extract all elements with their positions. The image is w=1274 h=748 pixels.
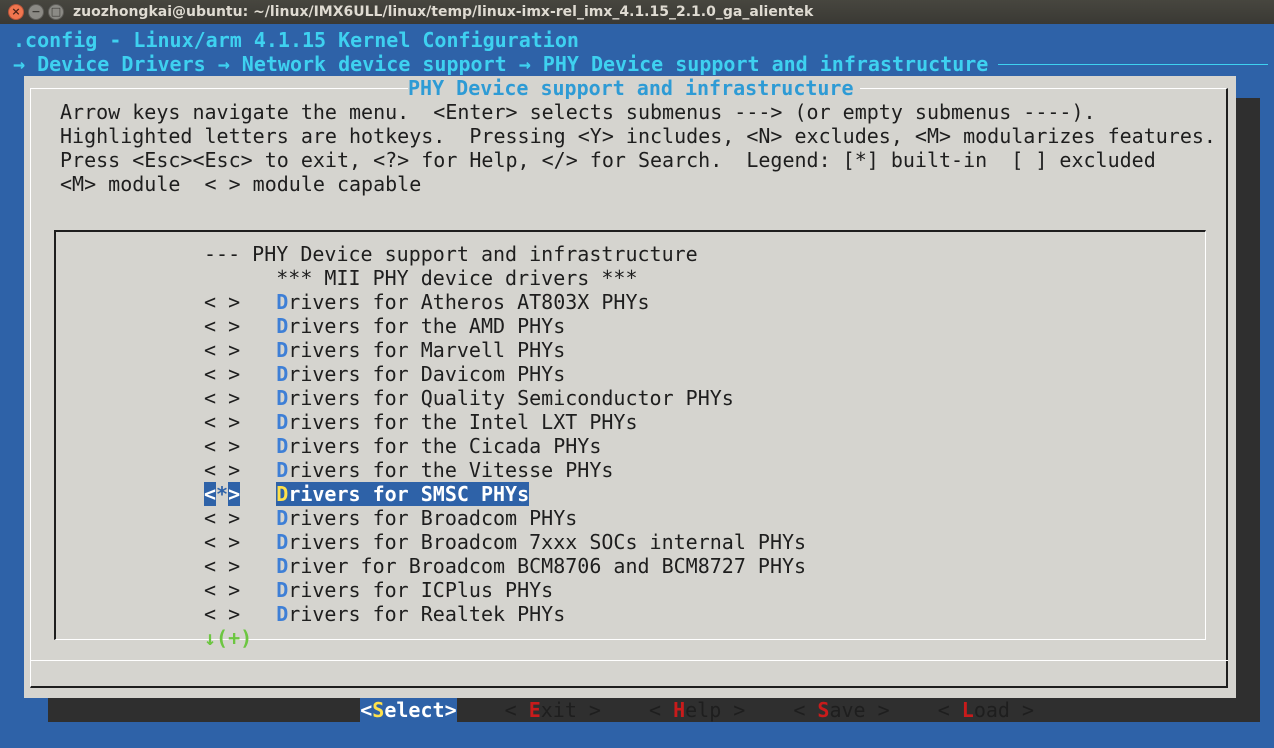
button-bar: <Select> < Exit > < Help > < Save > < Load > (288, 674, 1034, 746)
menu-item-hotkey: D (276, 458, 289, 482)
menu-item-state[interactable]: <*> (204, 482, 241, 506)
menu-item[interactable]: < > Drivers for the Vitesse PHYs (204, 458, 806, 482)
menu-item-state: < > (204, 314, 277, 338)
maximize-window-icon[interactable]: □ (48, 4, 64, 20)
menu-item-label: rivers for Broadcom 7xxx SOCs internal P… (288, 530, 807, 554)
menu-item-state: < > (204, 530, 277, 554)
menu-item[interactable]: < > Drivers for ICPlus PHYs (204, 578, 806, 602)
menu-item-state: < > (204, 290, 277, 314)
menu-item-hotkey: D (276, 554, 289, 578)
menu-item-state: --- (204, 242, 253, 266)
menu-item-state: < > (204, 410, 277, 434)
config-title: .config - Linux/arm 4.1.15 Kernel Config… (13, 28, 579, 52)
menu-item-state: < > (204, 338, 277, 362)
help-line: Highlighted letters are hotkeys. Pressin… (60, 124, 1216, 148)
menu-item-hotkey: D (276, 602, 289, 626)
menu-item[interactable]: < > Drivers for the Cicada PHYs (204, 434, 806, 458)
help-line: <M> module < > module capable (60, 172, 422, 196)
menu-item-label: rivers for Quality Semiconductor PHYs (288, 386, 734, 410)
menu-item-label[interactable]: Drivers for SMSC PHYs (276, 482, 530, 506)
button-separator (30, 660, 1228, 661)
menu-item-hotkey: D (276, 314, 289, 338)
menu-item-label: rivers for Atheros AT803X PHYs (288, 290, 650, 314)
menu-item-label: rivers for the Vitesse PHYs (288, 458, 614, 482)
menu-item-label: rivers for Davicom PHYs (288, 362, 566, 386)
load-button[interactable]: < Load > (938, 698, 1034, 722)
menu-list: --- PHY Device support and infrastructur… (204, 242, 806, 626)
menu-item[interactable]: < > Drivers for Davicom PHYs (204, 362, 806, 386)
help-button[interactable]: < Help > (649, 698, 745, 722)
help-line: Arrow keys navigate the menu. <Enter> se… (60, 100, 1096, 124)
menu-item-label: PHY Device support and infrastructure (252, 242, 698, 266)
more-items-indicator: ↓(+) (204, 626, 253, 650)
menu-item[interactable]: < > Drivers for Realtek PHYs (204, 602, 806, 626)
menuconfig-dialog: PHY Device support and infrastructure Ar… (24, 76, 1236, 722)
menu-item-hotkey: D (276, 290, 289, 314)
menu-item[interactable]: *** MII PHY device drivers *** (204, 266, 806, 290)
menu-item-state: < > (204, 434, 277, 458)
menu-item-hotkey: D (276, 338, 289, 362)
menu-item[interactable]: < > Driver for Broadcom BCM8706 and BCM8… (204, 554, 806, 578)
menu-item-label: rivers for Broadcom PHYs (288, 506, 578, 530)
menu-item-state: < > (204, 458, 277, 482)
menu-item[interactable]: --- PHY Device support and infrastructur… (204, 242, 806, 266)
menu-item[interactable]: < > Drivers for the Intel LXT PHYs (204, 410, 806, 434)
menu-item-label: rivers for ICPlus PHYs (288, 578, 554, 602)
menu-item-state: < > (204, 554, 277, 578)
menu-item-state: < > (204, 602, 277, 626)
menu-item[interactable]: < > Drivers for Broadcom PHYs (204, 506, 806, 530)
menu-item-state: < > (204, 578, 277, 602)
menu-item-label: rivers for Marvell PHYs (288, 338, 566, 362)
menu-item[interactable]: <*> Drivers for SMSC PHYs (204, 482, 806, 506)
header-divider (998, 64, 1268, 65)
menu-item-label: rivers for Realtek PHYs (288, 602, 566, 626)
menu-item-hotkey: D (276, 506, 289, 530)
menu-item-hotkey: D (276, 362, 289, 386)
menu-item-state: < > (204, 362, 277, 386)
menu-item-label: rivers for the AMD PHYs (288, 314, 566, 338)
save-button[interactable]: < Save > (793, 698, 889, 722)
menu-item-label: river for Broadcom BCM8706 and BCM8727 P… (288, 554, 807, 578)
menu-item[interactable]: < > Drivers for the AMD PHYs (204, 314, 806, 338)
terminal[interactable]: .config - Linux/arm 4.1.15 Kernel Config… (0, 24, 1274, 748)
menu-item-state: < > (204, 506, 277, 530)
window-titlebar: × − □ zuozhongkai@ubuntu: ~/linux/IMX6UL… (0, 0, 1274, 24)
exit-button[interactable]: < Exit > (505, 698, 601, 722)
menu-item-hotkey: D (276, 530, 289, 554)
select-button[interactable]: <Select> (360, 698, 457, 722)
help-text: Arrow keys navigate the menu. <Enter> se… (60, 100, 1216, 196)
menu-item-state (204, 266, 276, 290)
menu-item[interactable]: < > Drivers for Marvell PHYs (204, 338, 806, 362)
breadcrumb: → Device Drivers → Network device suppor… (13, 52, 989, 76)
menu-item-hotkey: D (276, 386, 289, 410)
menu-item-state: < > (204, 386, 277, 410)
dialog-title: PHY Device support and infrastructure (408, 76, 860, 100)
menu-item-label: rivers for the Intel LXT PHYs (288, 410, 638, 434)
menu-item-label: rivers for the Cicada PHYs (288, 434, 602, 458)
menu-item[interactable]: < > Drivers for Broadcom 7xxx SOCs inter… (204, 530, 806, 554)
minimize-window-icon[interactable]: − (28, 4, 44, 20)
menu-item[interactable]: < > Drivers for Atheros AT803X PHYs (204, 290, 806, 314)
menu-item[interactable]: < > Drivers for Quality Semiconductor PH… (204, 386, 806, 410)
help-line: Press <Esc><Esc> to exit, <?> for Help, … (60, 148, 1156, 172)
menu-item-label: *** MII PHY device drivers *** (276, 266, 638, 290)
close-window-icon[interactable]: × (8, 4, 24, 20)
menu-item-hotkey: D (276, 410, 289, 434)
menu-item-hotkey: D (276, 434, 289, 458)
window-title: zuozhongkai@ubuntu: ~/linux/IMX6ULL/linu… (73, 4, 814, 20)
menu-item-hotkey: D (276, 578, 289, 602)
